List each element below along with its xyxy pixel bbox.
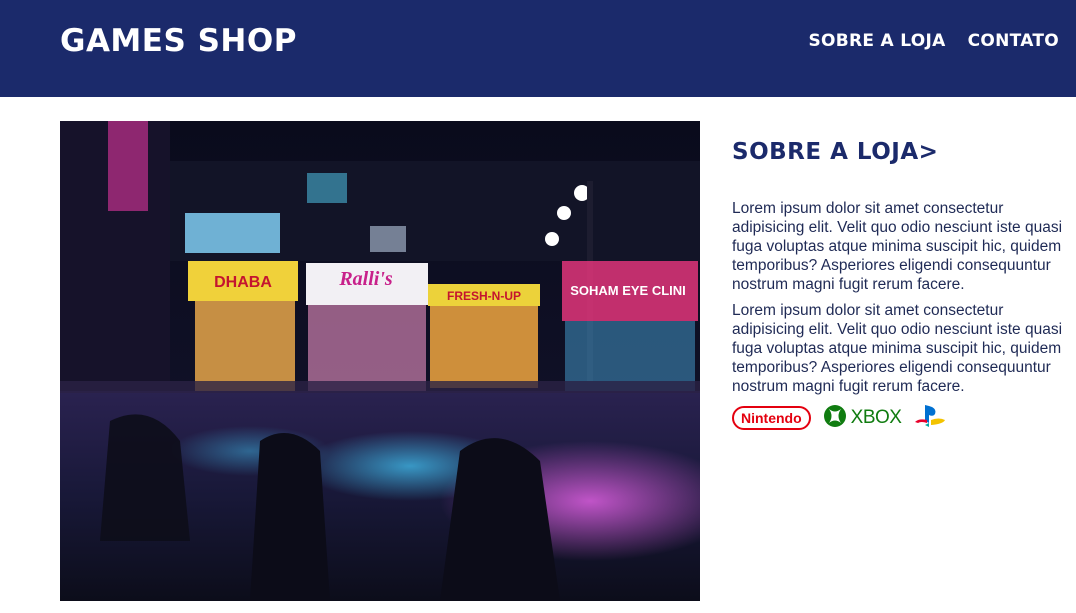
about-section: SOBRE A LOJA> Lorem ipsum dolor sit amet… <box>732 136 1062 432</box>
nintendo-logo: Nintendo <box>732 406 811 430</box>
xbox-label: XBOX <box>850 407 902 428</box>
hero-photo: DHABA Ralli's FRESH-N-UP SOHAM EYE CLINI <box>60 121 700 601</box>
nav-link-contato[interactable]: CONTATO <box>968 29 1059 53</box>
svg-text:FRESH-N-UP: FRESH-N-UP <box>447 289 521 303</box>
about-paragraph: Lorem ipsum dolor sit amet consectetur a… <box>732 302 1063 395</box>
main-nav: SOBRE A LOJA CONTATO <box>808 29 1059 53</box>
svg-text:DHABA: DHABA <box>214 274 272 291</box>
about-paragraph: Lorem ipsum dolor sit amet consectetur a… <box>732 200 1063 293</box>
svg-text:SOHAM EYE CLINI: SOHAM EYE CLINI <box>570 283 686 298</box>
site-logo[interactable]: GAMES SHOP <box>60 22 297 60</box>
about-title: SOBRE A LOJA> <box>732 139 939 165</box>
svg-text:Ralli's: Ralli's <box>338 268 393 290</box>
console-brands: Nintendo XBOX <box>732 404 1062 432</box>
playstation-icon <box>913 403 947 434</box>
xbox-icon <box>823 404 847 433</box>
nav-link-sobre-a-loja[interactable]: SOBRE A LOJA <box>808 29 945 53</box>
site-header: GAMES SHOP SOBRE A LOJA CONTATO <box>0 0 1076 97</box>
xbox-logo: XBOX <box>823 404 902 433</box>
